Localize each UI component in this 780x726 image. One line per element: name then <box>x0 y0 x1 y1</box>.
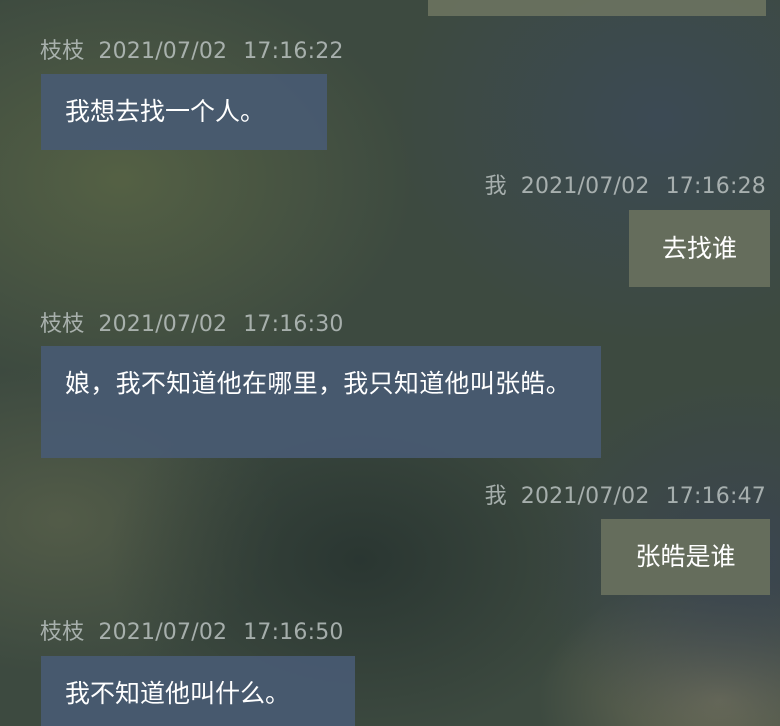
message-meta: 枝枝 2021/07/02 17:16:50 <box>40 617 344 649</box>
message-text: 娘，我不知道他在哪里，我只知道他叫张皓。 <box>65 369 572 398</box>
sender-name: 枝枝 <box>40 39 85 64</box>
previous-message-bubble <box>428 0 766 16</box>
sender-name: 我 <box>484 174 507 199</box>
message-time: 17:16:22 <box>243 39 344 64</box>
message-text: 去找谁 <box>661 233 737 263</box>
message-meta: 枝枝 2021/07/02 17:16:30 <box>40 309 344 341</box>
message-time: 17:16:30 <box>243 312 344 337</box>
message-time: 17:16:28 <box>665 174 766 199</box>
message-date: 2021/07/02 <box>520 174 650 199</box>
sender-name: 枝枝 <box>40 312 85 337</box>
incoming-message-bubble[interactable]: 我不知道他叫什么。 <box>41 656 355 726</box>
incoming-message-bubble[interactable]: 娘，我不知道他在哪里，我只知道他叫张皓。 <box>41 346 601 458</box>
outgoing-message-bubble[interactable]: 张皓是谁 <box>601 519 770 595</box>
message-date: 2021/07/02 <box>98 39 228 64</box>
message-date: 2021/07/02 <box>98 312 228 337</box>
message-text: 我不知道他叫什么。 <box>65 679 291 708</box>
message-meta: 我 2021/07/02 17:16:28 <box>485 171 766 203</box>
message-meta: 枝枝 2021/07/02 17:16:22 <box>40 36 344 68</box>
sender-name: 我 <box>484 484 507 509</box>
message-time: 17:16:50 <box>243 620 344 645</box>
message-time: 17:16:47 <box>665 484 766 509</box>
outgoing-message-bubble[interactable]: 去找谁 <box>629 210 770 287</box>
sender-name: 枝枝 <box>40 620 85 645</box>
message-meta: 我 2021/07/02 17:16:47 <box>485 481 766 513</box>
message-date: 2021/07/02 <box>520 484 650 509</box>
message-text: 张皓是谁 <box>635 542 736 571</box>
message-text: 我想去找一个人。 <box>65 97 266 126</box>
message-date: 2021/07/02 <box>98 620 228 645</box>
incoming-message-bubble[interactable]: 我想去找一个人。 <box>41 74 327 150</box>
